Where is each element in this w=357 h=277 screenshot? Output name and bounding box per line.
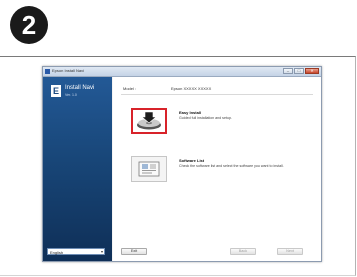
sidebar-subtitle: Ver. 1.0 (65, 93, 77, 97)
step-number-badge: 2 (10, 6, 48, 44)
next-button[interactable]: Next (277, 248, 303, 255)
exit-button[interactable]: Exit (121, 248, 147, 255)
maximize-button[interactable]: □ (294, 68, 304, 74)
install-disc-icon[interactable] (131, 108, 167, 134)
installer-window: Epson Install Navi – □ ✕ E Install Navi … (42, 66, 322, 262)
chevron-down-icon: ▾ (100, 249, 103, 254)
software-list-icon[interactable] (131, 156, 167, 182)
minimize-button[interactable]: – (283, 68, 293, 74)
app-icon (45, 69, 50, 74)
close-button[interactable]: ✕ (305, 68, 319, 74)
window-controls: – □ ✕ (283, 68, 319, 75)
sidebar: E Install Navi Ver. 1.0 English ▾ (43, 77, 112, 261)
epson-logo-icon: E (51, 85, 61, 97)
language-select-value: English (50, 250, 64, 255)
sidebar-title: Install Navi (65, 85, 95, 91)
model-value: Epson XXXXX XXXXX (171, 86, 212, 91)
easy-install-title: Easy Install (179, 110, 202, 115)
software-list-title: Software List (179, 158, 205, 163)
divider (121, 94, 313, 95)
model-label: Model : (123, 86, 137, 91)
window-title: Epson Install Navi (52, 68, 85, 73)
language-select[interactable]: English ▾ (47, 248, 105, 255)
back-button[interactable]: Back (230, 248, 256, 255)
main-content: Model : Epson XXXXX XXXXX Easy Install G… (113, 77, 321, 261)
software-list-description: Check the software list and select the s… (179, 164, 284, 168)
easy-install-description: Guided full installation and setup. (179, 116, 232, 120)
title-bar[interactable]: Epson Install Navi – □ ✕ (43, 67, 321, 77)
